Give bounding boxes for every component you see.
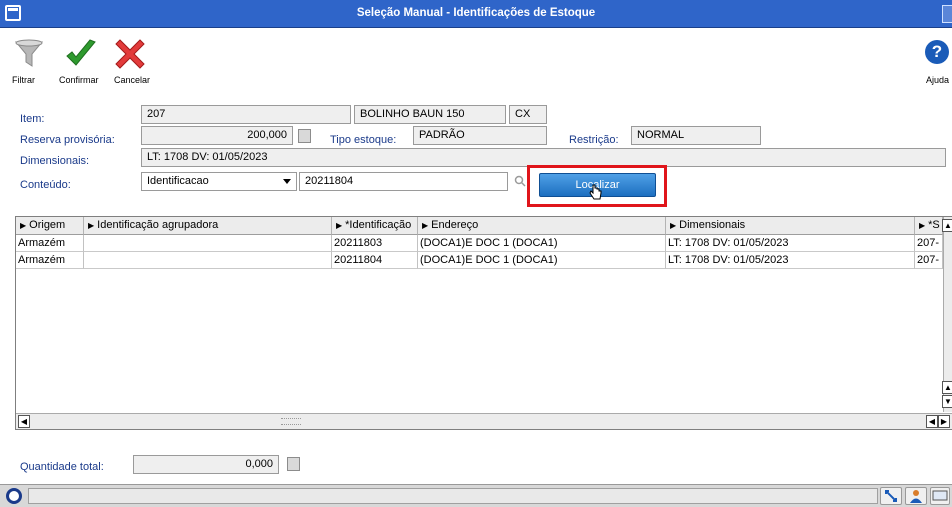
red-x-icon [115, 39, 145, 69]
item-label: Item: [20, 113, 45, 125]
search-icon[interactable] [514, 175, 526, 187]
column-header-s[interactable]: ▶ *S [915, 217, 943, 235]
funnel-icon [14, 39, 44, 67]
user-icon[interactable] [905, 487, 927, 505]
identifications-table: ▶ Origem ▶ Identificação agrupadora ▶ *Iden… [15, 216, 952, 430]
dimensionais-label: Dimensionais: [20, 155, 90, 167]
window-control-button[interactable] [942, 5, 952, 23]
screen-icon[interactable] [930, 487, 950, 505]
restricao-field[interactable]: NORMAL [631, 126, 761, 145]
triangle-right-icon: ▶ [919, 221, 926, 230]
cell-identificacao-agrupadora[interactable] [84, 252, 332, 269]
scroll-up-icon[interactable]: ▲ [942, 219, 952, 232]
scroll-right-icon[interactable]: ▶ [938, 415, 950, 428]
scroll-down-icon[interactable]: ▼ [942, 395, 952, 408]
column-header-endereco[interactable]: ▶ Endereço [418, 217, 666, 235]
help-icon[interactable]: ? [925, 40, 949, 64]
title-bar: Seleção Manual - Identificações de Estoq… [0, 0, 952, 28]
quantidade-field[interactable]: 0,000 [133, 455, 279, 474]
scroll-grip-icon[interactable] [281, 418, 301, 425]
conteudo-search-input[interactable]: 20211804 [299, 172, 508, 191]
resize-icon[interactable] [880, 487, 902, 505]
reserva-field[interactable]: 200,000 [141, 126, 293, 145]
triangle-right-icon: ▶ [422, 221, 429, 230]
item-description-field[interactable]: BOLINHO BAUN 150 [354, 105, 506, 124]
cell-identificacao-agrupadora[interactable] [84, 235, 332, 252]
chevron-down-icon[interactable] [280, 175, 294, 188]
conteudo-select[interactable]: Identificacao [141, 172, 297, 191]
cancel-button[interactable]: Cancelar [108, 38, 152, 88]
conteudo-select-value: Identificacao [147, 175, 209, 187]
item-unit-field[interactable]: CX [509, 105, 547, 124]
help-label[interactable]: Ajuda [926, 75, 949, 85]
column-header-dimensionais[interactable]: ▶ Dimensionais [666, 217, 915, 235]
tipo-estoque-label: Tipo estoque: [330, 134, 397, 146]
triangle-right-icon: ▶ [88, 221, 95, 230]
calculator-icon[interactable] [298, 129, 311, 143]
horizontal-scrollbar[interactable]: ◀ ◀ ▶ [16, 413, 952, 429]
triangle-right-icon: ▶ [670, 221, 677, 230]
status-message-field [28, 488, 878, 504]
checkmark-icon [66, 39, 96, 66]
scroll-left-icon[interactable]: ◀ [926, 415, 938, 428]
column-header-identificacao-agrupadora[interactable]: ▶ Identificação agrupadora [84, 217, 332, 235]
cell-dimensionais[interactable]: LT: 1708 DV: 01/05/2023 [666, 252, 915, 269]
quantidade-label: Quantidade total: [20, 461, 104, 473]
status-bar [0, 484, 952, 507]
filter-label: Filtrar [12, 75, 35, 85]
cell-identificacao[interactable]: 20211803 [332, 235, 418, 252]
reserva-label: Reserva provisória: [20, 134, 115, 146]
cell-s[interactable]: 207- [915, 235, 943, 252]
confirm-button[interactable]: Confirmar [58, 38, 104, 88]
cell-endereco[interactable]: (DOCA1)E DOC 1 (DOCA1) [418, 235, 666, 252]
triangle-right-icon: ▶ [336, 221, 343, 230]
cell-origem[interactable]: Armazém [16, 235, 84, 252]
vertical-scrollbar[interactable]: ▲ ▲ ▼ [942, 217, 952, 412]
cancel-label: Cancelar [114, 75, 151, 85]
cell-s[interactable]: 207- [915, 252, 943, 269]
calculator-icon[interactable] [287, 457, 300, 471]
status-ring-icon [6, 488, 22, 504]
tipo-estoque-field[interactable]: PADRÃO [413, 126, 547, 145]
filter-button[interactable]: Filtrar [12, 38, 46, 88]
cell-dimensionais[interactable]: LT: 1708 DV: 01/05/2023 [666, 235, 915, 252]
cell-origem[interactable]: Armazém [16, 252, 84, 269]
scroll-left-icon[interactable]: ◀ [18, 415, 30, 428]
scroll-up-icon[interactable]: ▲ [942, 381, 952, 394]
item-code-field[interactable]: 207 [141, 105, 351, 124]
window-title: Seleção Manual - Identificações de Estoq… [356, 7, 596, 19]
confirm-label: Confirmar [59, 75, 99, 85]
cell-endereco[interactable]: (DOCA1)E DOC 1 (DOCA1) [418, 252, 666, 269]
cell-identificacao[interactable]: 20211804 [332, 252, 418, 269]
conteudo-label: Conteúdo: [20, 179, 71, 191]
column-header-identificacao[interactable]: ▶ *Identificação [332, 217, 418, 235]
hand-cursor-icon [589, 184, 602, 200]
column-header-origem[interactable]: ▶ Origem [16, 217, 84, 235]
restricao-label: Restrição: [569, 134, 619, 146]
triangle-right-icon: ▶ [20, 221, 27, 230]
